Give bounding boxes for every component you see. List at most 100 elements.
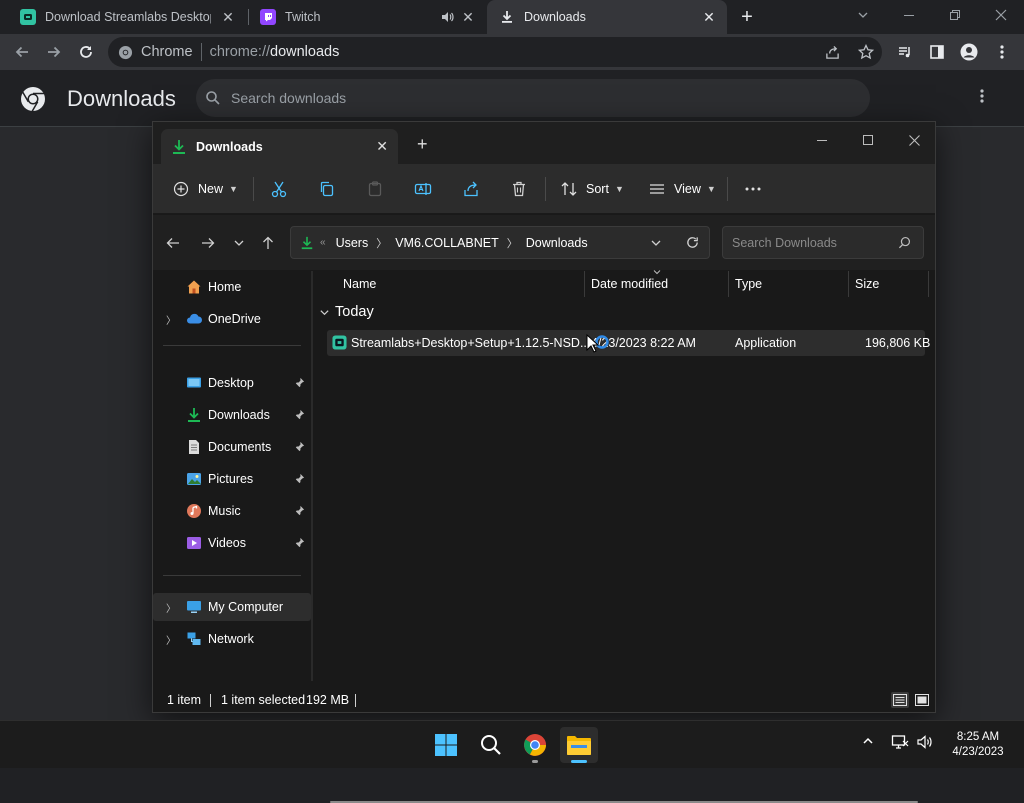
- computer-icon: [186, 599, 202, 615]
- pin-icon[interactable]: [294, 377, 305, 388]
- maximize-window-button[interactable]: [845, 126, 891, 154]
- chrome-menu-icon[interactable]: [990, 40, 1014, 64]
- pin-icon[interactable]: [294, 441, 305, 452]
- close-tab-icon[interactable]: ✕: [701, 9, 717, 25]
- start-button[interactable]: [427, 727, 465, 763]
- rename-button[interactable]: [414, 176, 432, 202]
- up-button[interactable]: [258, 233, 278, 253]
- column-header-name[interactable]: Name: [343, 271, 376, 297]
- tiles-view-button[interactable]: [913, 692, 931, 708]
- recent-locations-chevron-icon[interactable]: [229, 233, 249, 253]
- group-header-today[interactable]: Today: [319, 304, 374, 320]
- pin-icon[interactable]: [294, 537, 305, 548]
- sort-button[interactable]: Sort ▼: [560, 176, 624, 202]
- speaker-icon[interactable]: [440, 10, 454, 24]
- minimize-window-button[interactable]: [799, 126, 845, 154]
- pin-icon[interactable]: [294, 409, 305, 420]
- new-tab-button[interactable]: +: [737, 7, 757, 27]
- close-tab-icon[interactable]: ✕: [376, 138, 388, 155]
- chrome-taskbar-button[interactable]: [516, 727, 554, 763]
- refresh-icon[interactable]: [685, 235, 700, 250]
- expand-chevron-icon[interactable]: 〉: [166, 600, 176, 615]
- browser-toolbar: Chrome chrome://downloads: [0, 34, 1024, 70]
- breadcrumb-users[interactable]: Users: [336, 236, 369, 250]
- minimize-window-button[interactable]: [886, 0, 932, 30]
- show-hidden-icons-chevron-icon[interactable]: [862, 735, 874, 747]
- nav-item-videos[interactable]: Videos: [153, 529, 311, 557]
- nav-item-home[interactable]: Home: [153, 273, 311, 301]
- downloads-more-menu-icon[interactable]: [980, 88, 984, 104]
- explorer-address-bar[interactable]: « Users 〉 VM6.COLLABNET 〉 Downloads: [290, 226, 710, 259]
- file-explorer-taskbar-button[interactable]: [560, 727, 598, 763]
- tab-twitch[interactable]: Twitch ✕: [250, 0, 486, 34]
- nav-item-documents[interactable]: Documents: [153, 433, 311, 461]
- close-tab-icon[interactable]: ✕: [460, 9, 476, 25]
- nav-item-music[interactable]: Music: [153, 497, 311, 525]
- bookmark-star-icon[interactable]: [858, 44, 874, 60]
- nav-item-my-computer[interactable]: 〉 My Computer: [153, 593, 311, 621]
- delete-button[interactable]: [510, 176, 528, 202]
- close-window-button[interactable]: [978, 0, 1024, 30]
- busy-cursor-icon: [585, 333, 611, 355]
- explorer-tab-downloads[interactable]: Downloads ✕: [161, 129, 398, 164]
- tab-title: Download Streamlabs Desktop L: [45, 10, 211, 24]
- share-icon[interactable]: [825, 45, 840, 60]
- tab-streamlabs[interactable]: Download Streamlabs Desktop L ✕: [10, 0, 246, 34]
- nav-item-onedrive[interactable]: 〉 OneDrive: [153, 305, 311, 333]
- running-indicator: [532, 760, 538, 763]
- back-button[interactable]: [163, 233, 183, 253]
- share-button[interactable]: [462, 176, 480, 202]
- new-button[interactable]: New ▼: [173, 176, 238, 202]
- tab-downloads[interactable]: Downloads ✕: [487, 0, 727, 34]
- site-info[interactable]: Chrome: [118, 44, 193, 60]
- nav-item-pictures[interactable]: Pictures: [153, 465, 311, 493]
- pin-icon[interactable]: [294, 505, 305, 516]
- more-options-button[interactable]: [744, 176, 762, 202]
- address-bar[interactable]: Chrome chrome://downloads: [108, 37, 882, 67]
- breadcrumb-computer[interactable]: VM6.COLLABNET: [395, 236, 499, 250]
- tab-search-icon[interactable]: [840, 0, 886, 30]
- pin-icon[interactable]: [294, 473, 305, 484]
- overflow-chevron-icon[interactable]: «: [320, 237, 326, 248]
- view-button[interactable]: View ▼: [648, 176, 716, 202]
- cut-button[interactable]: [270, 176, 288, 202]
- reload-button[interactable]: [74, 40, 98, 64]
- expand-chevron-icon[interactable]: 〉: [166, 312, 176, 327]
- restore-window-button[interactable]: [932, 0, 978, 30]
- address-history-chevron-icon[interactable]: [650, 237, 662, 249]
- forward-button[interactable]: [42, 40, 66, 64]
- network-status-icon[interactable]: [891, 734, 909, 750]
- search-icon: [898, 236, 911, 249]
- media-controls-icon[interactable]: [893, 40, 917, 64]
- profile-avatar-icon[interactable]: [957, 40, 981, 64]
- explorer-search-input[interactable]: Search Downloads: [722, 226, 924, 259]
- copy-button[interactable]: [318, 176, 336, 202]
- command-separator: [253, 177, 254, 201]
- close-tab-icon[interactable]: ✕: [220, 9, 236, 25]
- file-row[interactable]: Streamlabs+Desktop+Setup+1.12.5-NSD... 4…: [327, 330, 930, 356]
- volume-icon[interactable]: [916, 734, 934, 750]
- paste-button[interactable]: [366, 176, 384, 202]
- column-divider[interactable]: [928, 271, 929, 297]
- column-divider[interactable]: [848, 271, 849, 297]
- forward-button[interactable]: [198, 233, 218, 253]
- system-clock[interactable]: 8:25 AM 4/23/2023: [940, 730, 1016, 760]
- column-divider[interactable]: [584, 271, 585, 297]
- close-window-button[interactable]: [891, 126, 937, 154]
- column-header-size[interactable]: Size: [855, 271, 879, 297]
- downloads-search-input[interactable]: Search downloads: [196, 79, 870, 117]
- details-view-button[interactable]: [891, 692, 909, 708]
- sort-button-label: Sort: [586, 182, 609, 196]
- nav-item-network[interactable]: 〉 Network: [153, 625, 311, 653]
- expand-chevron-icon[interactable]: 〉: [166, 632, 176, 647]
- search-button[interactable]: [472, 727, 510, 763]
- breadcrumb-downloads[interactable]: Downloads: [526, 236, 588, 250]
- side-panel-icon[interactable]: [925, 40, 949, 64]
- new-tab-button[interactable]: +: [417, 134, 428, 155]
- column-divider[interactable]: [728, 271, 729, 297]
- column-header-type[interactable]: Type: [735, 271, 762, 297]
- nav-label: Home: [208, 280, 242, 294]
- back-button[interactable]: [10, 40, 34, 64]
- nav-item-desktop[interactable]: Desktop: [153, 369, 311, 397]
- nav-item-downloads[interactable]: Downloads: [153, 401, 311, 429]
